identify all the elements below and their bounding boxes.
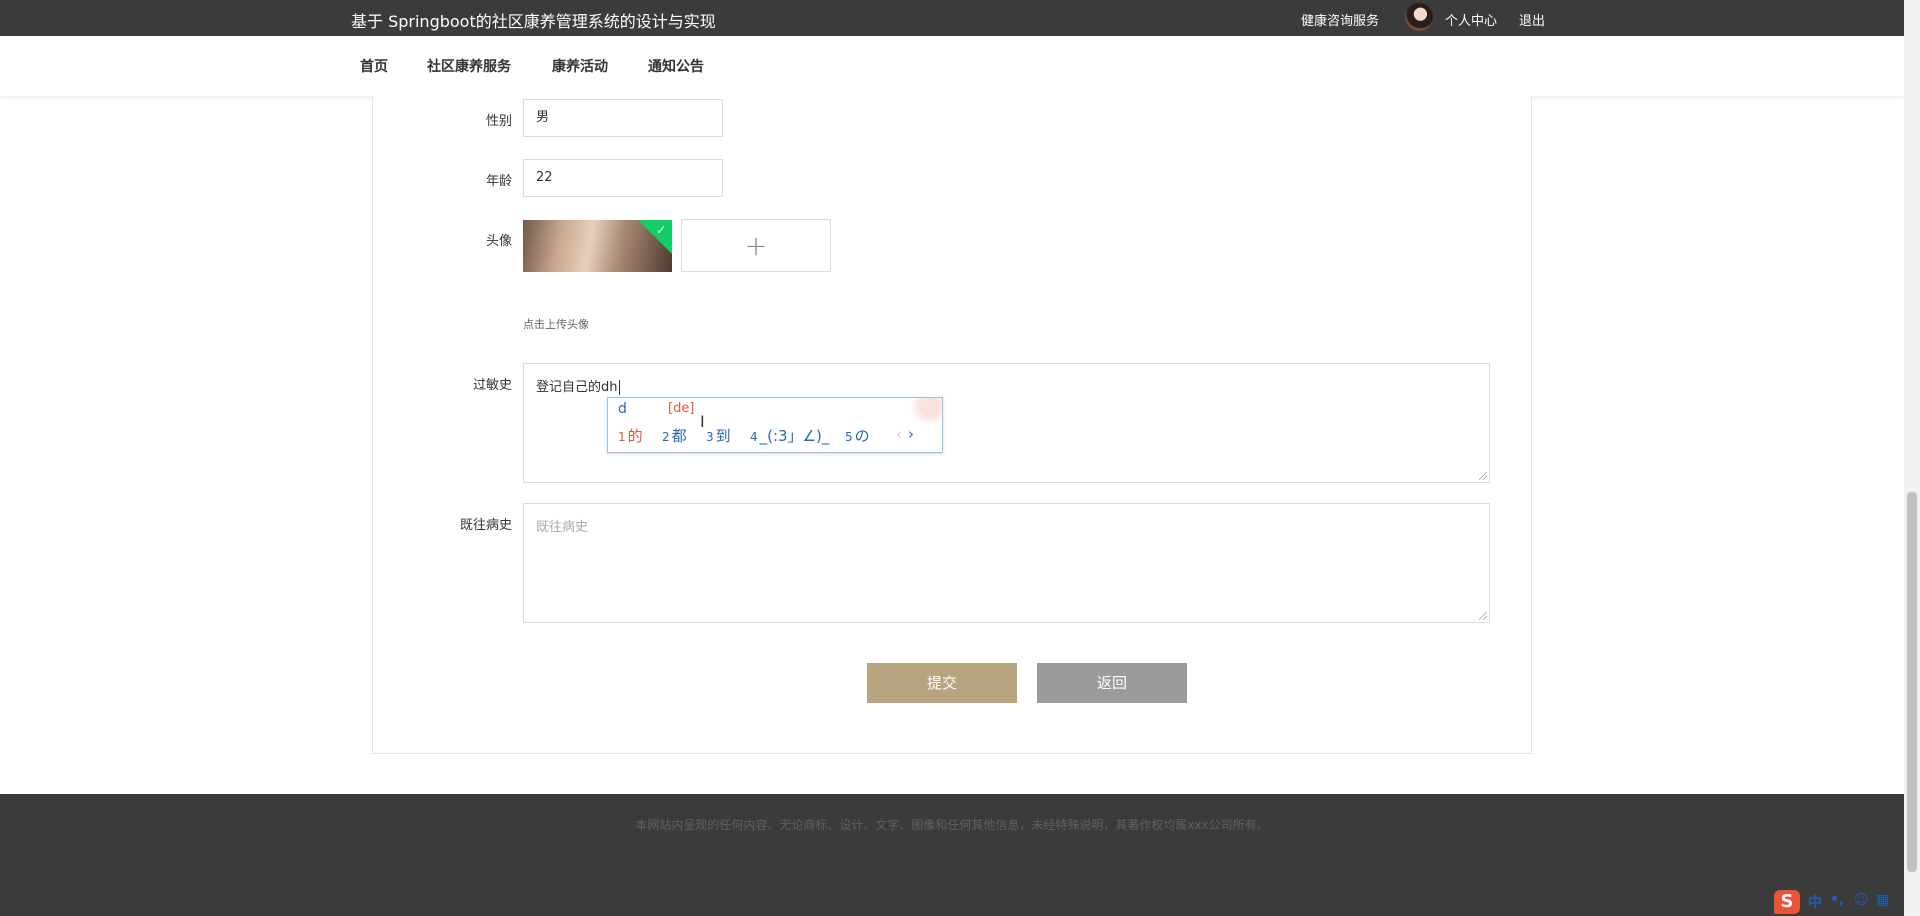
plus-icon: + <box>744 229 768 262</box>
ime-punct-indicator[interactable]: •, <box>1830 892 1844 908</box>
ime-candidate[interactable]: 4 _(:3」∠)_ <box>750 425 829 446</box>
logout-link[interactable]: 退出 <box>1519 10 1545 29</box>
avatar-upload-hint: 点击上传头像 <box>523 318 589 331</box>
gender-label: 性别 <box>485 114 512 129</box>
ime-tray: S 中 •, ☺ ▦ <box>1774 886 1904 916</box>
sogou-logo-icon[interactable]: S <box>1774 890 1800 914</box>
check-icon: ✓ <box>655 223 666 237</box>
medical-history-placeholder: 既往病史 <box>536 520 589 535</box>
nav-item-community-services[interactable]: 社区康养服务 <box>427 56 511 76</box>
resize-handle-icon[interactable] <box>1479 612 1487 620</box>
top-bar: 基于 Springboot的社区康养管理系统的设计与实现 健康咨询服务 个人中心… <box>0 0 1904 36</box>
allergy-label: 过敏史 <box>472 378 512 393</box>
nav-item-home[interactable]: 首页 <box>360 56 388 76</box>
submit-button[interactable]: 提交 <box>867 663 1017 703</box>
age-input[interactable]: 22 <box>523 159 723 197</box>
ime-candidate[interactable]: 2都 <box>662 425 687 446</box>
personal-center-link[interactable]: 个人中心 <box>1445 10 1497 29</box>
ime-prev-icon[interactable]: ‹ <box>896 425 902 443</box>
nav-item-notices[interactable]: 通知公告 <box>648 56 704 76</box>
ime-lang-indicator[interactable]: 中 <box>1808 892 1822 912</box>
gender-input[interactable]: 男 <box>523 99 723 137</box>
ime-next-icon[interactable]: › <box>908 425 914 443</box>
ime-composition: d <box>618 401 627 417</box>
main-nav: 首页 社区康养服务 康养活动 通知公告 <box>0 36 1904 96</box>
medical-history-textarea[interactable]: 既往病史 <box>523 503 1490 623</box>
ime-candidate-window: d [de] 1的 2都 3到 4 _(:3」∠)_ 5の ‹ › <box>607 397 943 453</box>
avatar-label: 头像 <box>485 234 512 249</box>
emoji-icon[interactable]: ☺ <box>1854 892 1869 908</box>
scrollbar-thumb[interactable] <box>1907 492 1917 872</box>
ime-candidate[interactable]: 1的 <box>618 425 643 446</box>
ime-candidate[interactable]: 5の <box>845 425 870 446</box>
resize-handle-icon[interactable] <box>1479 472 1487 480</box>
text-cursor-icon: I <box>700 412 705 431</box>
avatar-upload-button[interactable]: + <box>681 219 831 272</box>
ime-candidate[interactable]: 3到 <box>706 425 731 446</box>
footer: 本网站内呈现的任何内容、无论商标、设计、文字、图像和任何其他信息，未经特殊说明，… <box>0 794 1904 916</box>
health-consult-link[interactable]: 健康咨询服务 <box>1301 10 1379 29</box>
age-label: 年龄 <box>485 174 512 189</box>
nav-item-activities[interactable]: 康养活动 <box>552 56 608 76</box>
ime-page-arrows[interactable]: ‹ › <box>896 425 914 443</box>
allergy-text: 登记自己的dh <box>536 380 618 395</box>
back-button[interactable]: 返回 <box>1037 663 1187 703</box>
user-avatar[interactable] <box>1405 3 1433 31</box>
avatar-thumbnail[interactable]: ✓ <box>523 220 672 272</box>
ime-skin-decoration <box>902 398 942 424</box>
footer-copyright: 本网站内呈现的任何内容、无论商标、设计、文字、图像和任何其他信息，未经特殊说明，… <box>635 818 1269 832</box>
page-scrollbar[interactable] <box>1904 0 1920 916</box>
medical-history-label: 既往病史 <box>459 518 512 533</box>
ime-pinyin: [de] <box>668 401 695 416</box>
text-caret <box>618 380 620 395</box>
site-title: 基于 Springboot的社区康养管理系统的设计与实现 <box>351 12 716 31</box>
keyboard-icon[interactable]: ▦ <box>1876 892 1889 908</box>
